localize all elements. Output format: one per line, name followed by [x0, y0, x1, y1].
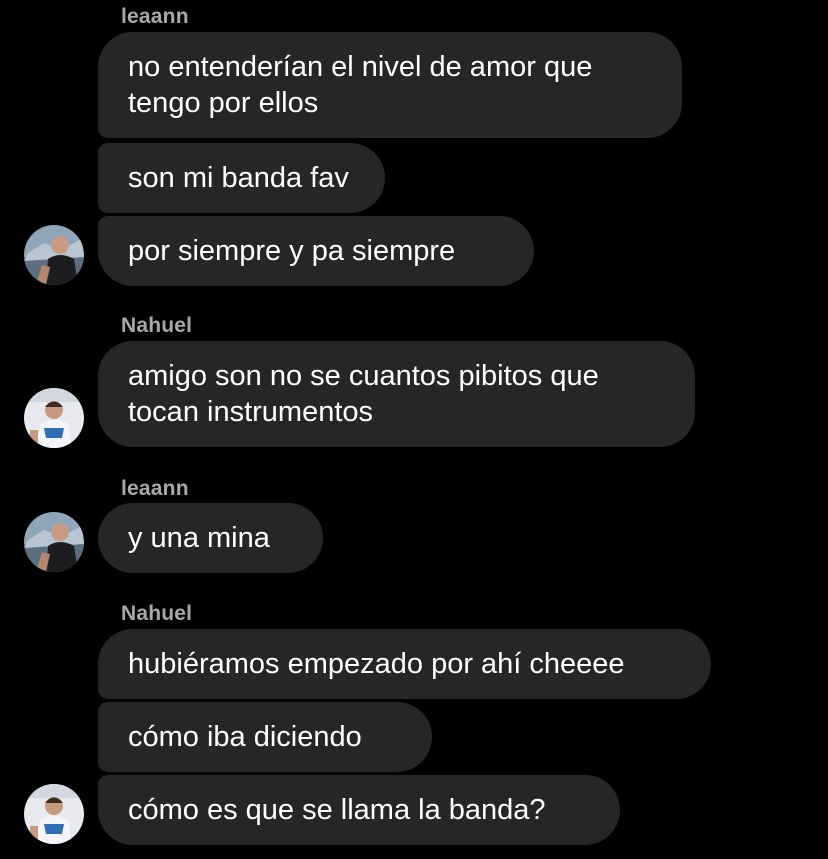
- message-bubble[interactable]: y una mina: [98, 503, 323, 573]
- message-text-line: tocan instrumentos: [128, 396, 374, 428]
- message-bubble[interactable]: son mi banda fav: [98, 143, 385, 213]
- message-bubble[interactable]: por siempre y pa siempre: [98, 216, 534, 286]
- message-text: y una mina: [128, 522, 270, 554]
- message-text-line: amigo son no se cuantos pibitos que: [128, 360, 599, 392]
- avatar-leaann[interactable]: [24, 225, 84, 285]
- message-bubble[interactable]: no entenderían el nivel de amor que teng…: [98, 32, 682, 138]
- message-text-line: no entenderían el nivel de amor que: [128, 51, 593, 83]
- chat-thread: leaann no entenderían el nivel de amor q…: [0, 0, 828, 859]
- sender-name-leaann: leaann: [121, 477, 189, 500]
- message-bubble[interactable]: cómo iba diciendo: [98, 702, 432, 772]
- avatar-nahuel[interactable]: [24, 784, 84, 844]
- message-bubble[interactable]: amigo son no se cuantos pibitos que toca…: [98, 341, 695, 447]
- message-text: por siempre y pa siempre: [128, 235, 456, 267]
- message-text-line: tengo por ellos: [128, 87, 319, 119]
- message-text: cómo es que se llama la banda?: [128, 794, 546, 826]
- avatar-nahuel[interactable]: [24, 388, 84, 448]
- avatar-leaann[interactable]: [24, 512, 84, 572]
- message-bubble[interactable]: hubiéramos empezado por ahí cheeee: [98, 629, 711, 699]
- sender-name-nahuel: Nahuel: [121, 602, 193, 625]
- message-text: hubiéramos empezado por ahí cheeee: [128, 648, 625, 680]
- sender-name-leaann: leaann: [121, 5, 189, 28]
- message-bubble[interactable]: cómo es que se llama la banda?: [98, 775, 620, 845]
- message-text: son mi banda fav: [128, 162, 349, 194]
- message-text: cómo iba diciendo: [128, 721, 362, 753]
- sender-name-nahuel: Nahuel: [121, 314, 193, 337]
